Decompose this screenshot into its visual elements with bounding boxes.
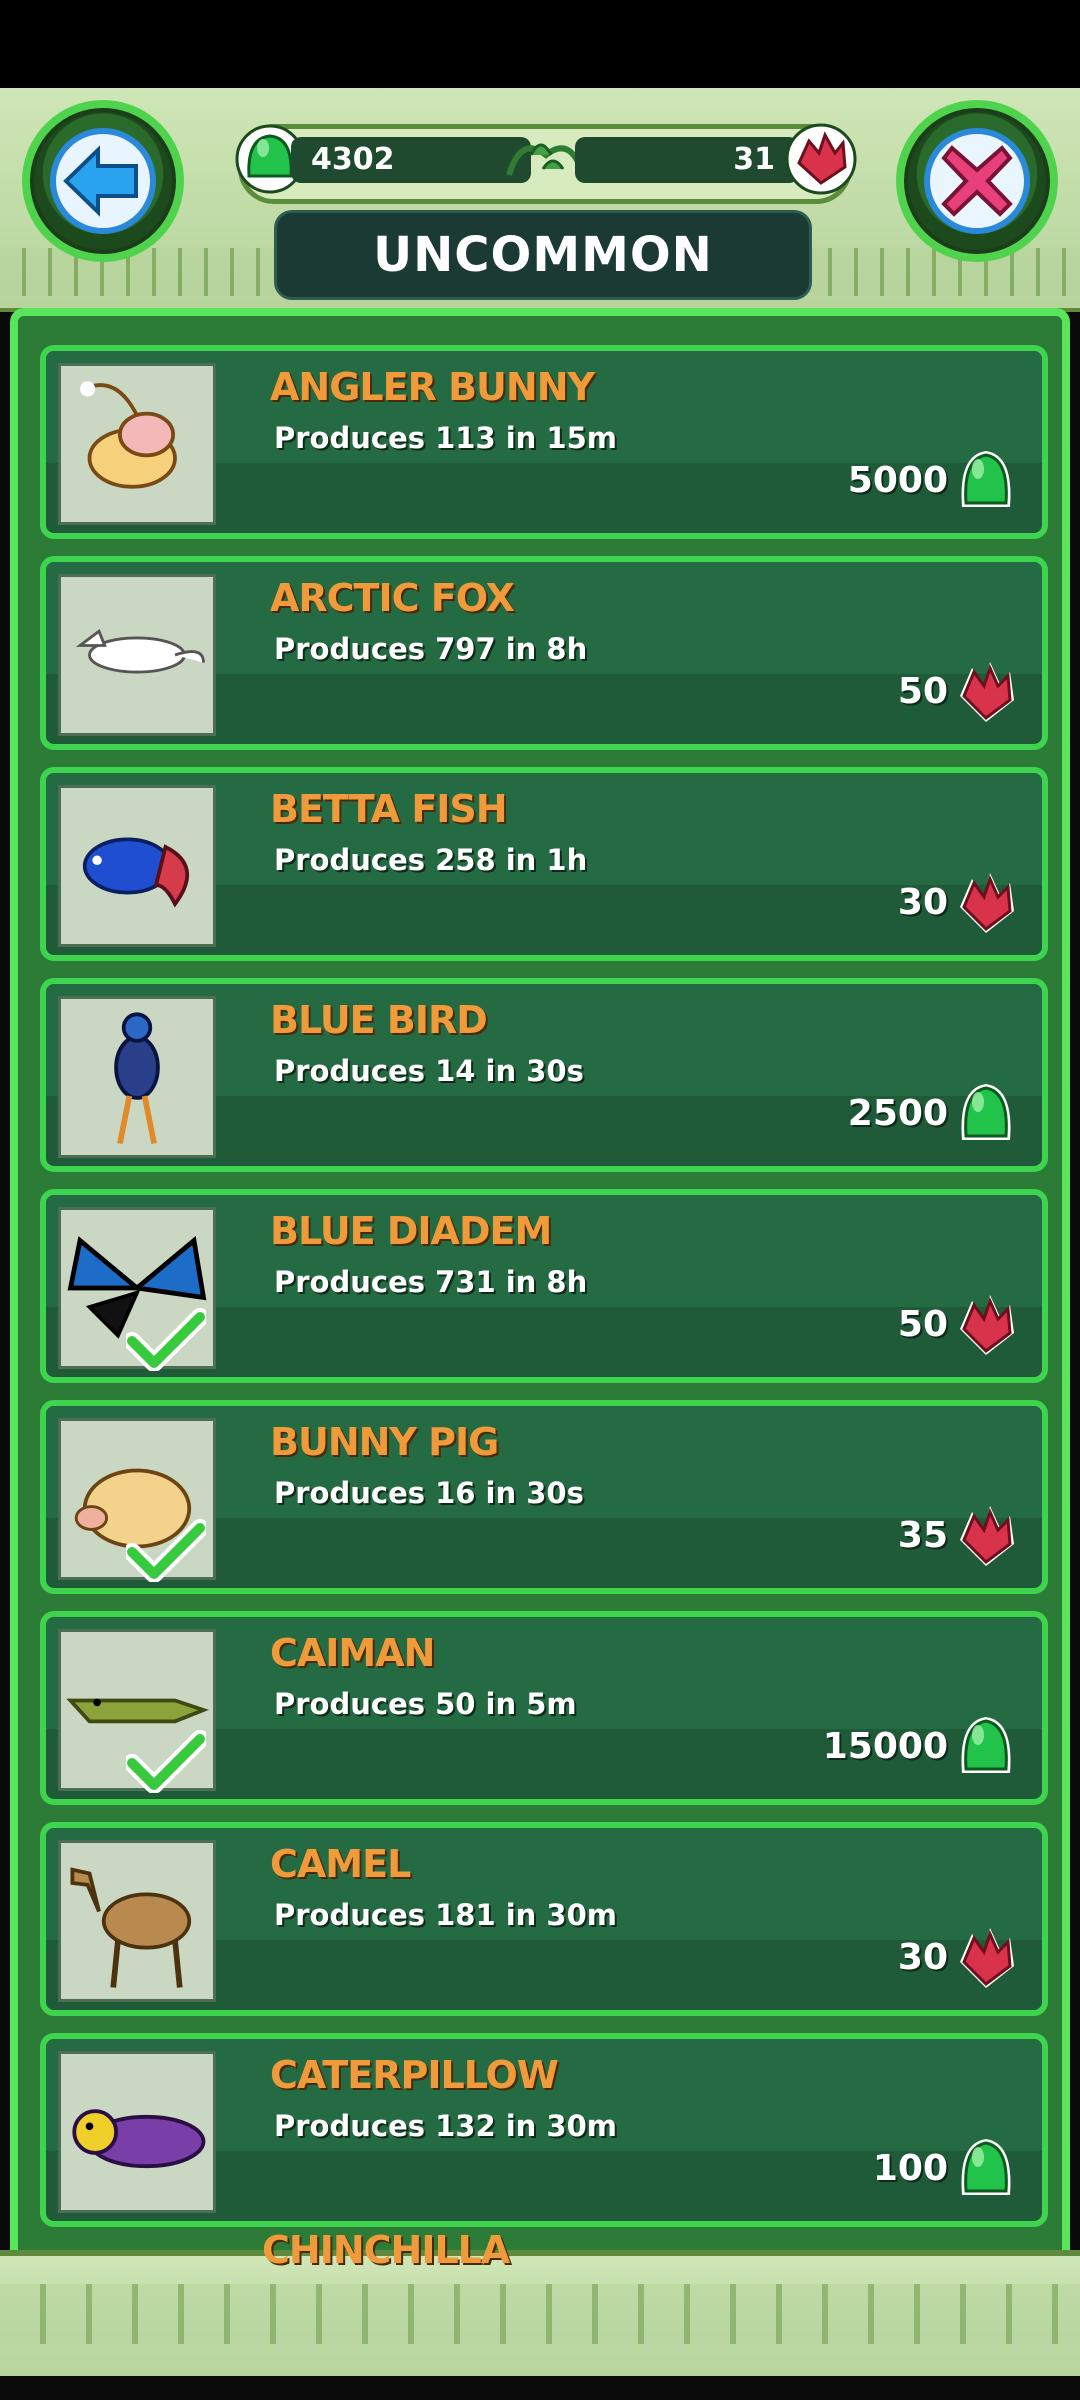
price-value: 50 (897, 670, 948, 712)
jelly-icon (961, 1717, 1011, 1773)
footer-rail-decoration (0, 2284, 1080, 2344)
production-rate: Produces 16 in 30s (274, 1476, 584, 1510)
gem-icon (960, 662, 1014, 722)
creature-thumbnail (58, 363, 216, 525)
currency-bar: 4302 31 (235, 123, 857, 204)
creature-thumbnail (58, 574, 216, 736)
back-arrow-icon (50, 128, 156, 234)
creature-card[interactable]: CATERPILLOW Produces 132 in 30m 100 (40, 2033, 1048, 2227)
creature-name: CAMEL (270, 1842, 411, 1886)
creature-name: BLUE DIADEM (270, 1209, 552, 1253)
jelly-icon (961, 451, 1011, 507)
gem-icon (960, 873, 1014, 933)
back-button[interactable] (22, 100, 184, 262)
owned-check-icon (126, 1308, 206, 1371)
creature-image (72, 2109, 206, 2169)
creature-name: ANGLER BUNNY (270, 365, 595, 409)
jelly-count: 4302 (291, 137, 531, 183)
gem-icon (960, 1506, 1014, 1566)
creature-name: CAIMAN (270, 1631, 435, 1675)
creature-name: CATERPILLOW (270, 2053, 559, 2097)
creature-card[interactable]: ANGLER BUNNY Produces 113 in 15m 5000 (40, 345, 1048, 539)
jelly-icon (961, 1084, 1011, 1140)
jelly-icon (961, 2139, 1011, 2195)
price-value: 100 (872, 2147, 948, 2189)
creature-name: BLUE BIRD (270, 998, 488, 1042)
gem-count: 31 (575, 137, 799, 183)
footer-frame-decoration (0, 2250, 1080, 2376)
status-bar (0, 0, 1080, 88)
buy-price-button[interactable]: 30 (898, 1922, 1018, 1992)
gem-icon (960, 1928, 1014, 1988)
peek-item-name: CHINCHILLA (262, 2228, 510, 2272)
creature-image (80, 381, 177, 489)
creature-card[interactable]: CAIMAN Produces 50 in 5m 15000 (40, 1611, 1048, 1805)
creature-name: ARCTIC FOX (270, 576, 515, 620)
production-rate: Produces 181 in 30m (274, 1898, 617, 1932)
buy-price-button[interactable]: 35 (898, 1500, 1018, 1570)
buy-price-button[interactable]: 2500 (848, 1078, 1018, 1148)
header: 4302 31 UNCOMMON (0, 88, 1080, 312)
production-rate: Produces 258 in 1h (274, 843, 588, 877)
page-title: UNCOMMON (274, 210, 812, 300)
buy-price-button[interactable]: 5000 (848, 445, 1018, 515)
creature-name: BUNNY PIG (270, 1420, 499, 1464)
creature-image (82, 837, 190, 908)
creature-card[interactable]: ARCTIC FOX Produces 797 in 8h 50 (40, 556, 1048, 750)
buy-price-button[interactable]: 100 (873, 2133, 1018, 2203)
creature-thumbnail (58, 996, 216, 1158)
close-icon (924, 128, 1030, 234)
creature-card[interactable]: BLUE DIADEM Produces 731 in 8h 50 (40, 1189, 1048, 1383)
price-value: 30 (897, 1936, 948, 1978)
gem-icon (785, 123, 857, 195)
price-value: 2500 (847, 1092, 948, 1134)
buy-price-button[interactable]: 15000 (823, 1711, 1018, 1781)
creature-card[interactable]: CAMEL Produces 181 in 30m 30 (40, 1822, 1048, 2016)
creature-card[interactable]: BETTA FISH Produces 258 in 1h 30 (40, 767, 1048, 961)
creature-thumbnail (58, 1840, 216, 2002)
creature-image (75, 628, 205, 674)
production-rate: Produces 731 in 8h (274, 1265, 588, 1299)
production-rate: Produces 14 in 30s (274, 1054, 584, 1088)
price-value: 35 (897, 1514, 948, 1556)
production-rate: Produces 113 in 15m (274, 421, 617, 455)
owned-check-icon (126, 1730, 206, 1793)
buy-price-button[interactable]: 50 (898, 1289, 1018, 1359)
creature-thumbnail (58, 785, 216, 947)
creature-image (114, 1012, 160, 1145)
creature-image (70, 1867, 192, 1988)
production-rate: Produces 797 in 8h (274, 632, 588, 666)
production-rate: Produces 132 in 30m (274, 2109, 617, 2143)
creature-name: BETTA FISH (270, 787, 508, 831)
price-value: 5000 (847, 459, 948, 501)
gem-icon (960, 1295, 1014, 1355)
owned-check-icon (126, 1519, 206, 1582)
buy-price-button[interactable]: 30 (898, 867, 1018, 937)
creature-thumbnail (58, 2051, 216, 2213)
price-value: 15000 (822, 1725, 948, 1767)
creature-card[interactable]: BLUE BIRD Produces 14 in 30s 2500 (40, 978, 1048, 1172)
buy-price-button[interactable]: 50 (898, 656, 1018, 726)
price-value: 50 (897, 1303, 948, 1345)
production-rate: Produces 50 in 5m (274, 1687, 577, 1721)
creature-list[interactable]: ANGLER BUNNY Produces 113 in 15m 5000 ARCTI… (28, 345, 1052, 2245)
creature-card[interactable]: BUNNY PIG Produces 16 in 30s 35 (40, 1400, 1048, 1594)
price-value: 30 (897, 881, 948, 923)
close-button[interactable] (896, 100, 1058, 262)
